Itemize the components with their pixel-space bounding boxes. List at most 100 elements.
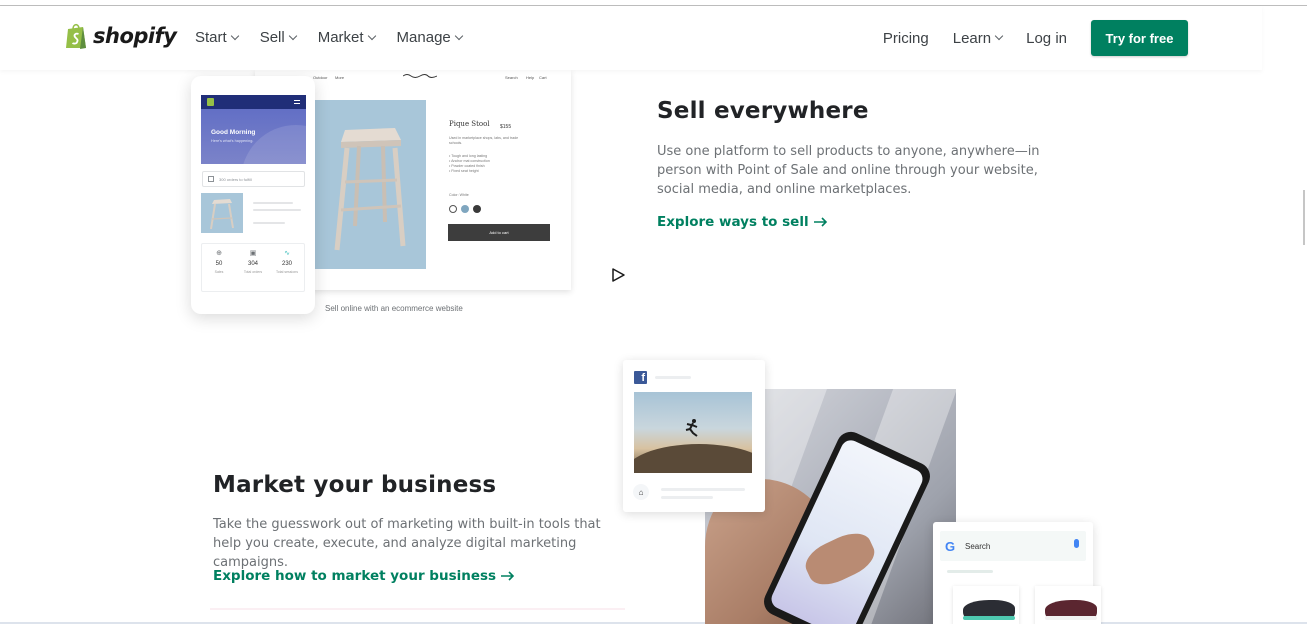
nav-item-label: Start	[195, 29, 227, 46]
color-swatch-blue[interactable]	[461, 205, 469, 213]
stat-label: Total orders	[243, 270, 263, 274]
nav-item-sell[interactable]: Sell	[259, 29, 297, 46]
sales-icon: ⊕	[216, 250, 222, 257]
nav-item-label: Market	[317, 29, 364, 46]
facebook-icon: f	[634, 371, 647, 384]
market-your-business-body: Take the guesswork out of marketing with…	[213, 517, 601, 570]
shopify-bag-icon	[65, 22, 89, 50]
color-swatch-white[interactable]	[449, 205, 457, 213]
divider	[210, 608, 625, 610]
arrow-right-icon	[501, 571, 515, 581]
product-shoe-card	[953, 586, 1019, 624]
google-icon: G	[945, 539, 956, 554]
nav-link-learn[interactable]: Learn	[952, 29, 1004, 47]
arrow-right-icon	[813, 217, 827, 227]
nav-item-label: Sell	[259, 29, 285, 46]
shopping-bag-icon: ⌂	[633, 484, 649, 500]
orders-text: 300 orders to fulfill	[219, 177, 252, 182]
shopify-logo[interactable]: shopify	[65, 22, 177, 50]
add-to-cart-button[interactable]: Add to cart	[448, 224, 550, 241]
placeholder-line	[253, 222, 285, 224]
sneaker-sole	[1045, 616, 1097, 620]
google-search-card: G Search	[933, 522, 1101, 624]
placeholder-line	[947, 570, 993, 573]
sneaker-image	[963, 600, 1015, 620]
nav-item-manage[interactable]: Manage	[396, 29, 464, 46]
nav-right: Pricing Learn Log in Try for free	[883, 20, 1188, 56]
product-bullet-text: Powder coated finish	[451, 164, 485, 168]
sell-everywhere-heading: Sell everywhere	[657, 98, 869, 124]
shopify-bag-icon	[207, 98, 214, 106]
scrollbar-track[interactable]	[1300, 6, 1307, 624]
login-link[interactable]: Log in	[1026, 30, 1067, 47]
phone-header: Good Morning Here's what's happening.	[201, 95, 306, 164]
nav-menu: Start Sell Market Manage	[195, 29, 464, 46]
microphone-icon	[1074, 539, 1079, 548]
logo-text: shopify	[93, 24, 177, 48]
stat-value: 50	[215, 261, 223, 267]
scrollbar-thumb[interactable]	[1303, 190, 1305, 245]
sell-everywhere-body: Use one platform to sell products to any…	[657, 144, 1040, 197]
search-text: Search	[965, 542, 991, 551]
runner-figure	[685, 419, 698, 437]
product-bullet-text: Tough and long lasting	[451, 154, 488, 158]
social-post-card: f ⌂	[623, 360, 765, 512]
mockup-nav-item: Search	[505, 75, 518, 80]
product-title: Pique Stool	[449, 120, 490, 128]
stat-sales: ⊕ 50 Sales	[202, 244, 236, 291]
chevron-down-icon	[994, 31, 1004, 41]
placeholder-line	[253, 202, 293, 204]
website-caption: Sell online with an ecommerce website	[325, 304, 463, 313]
product-bullet: • Fixed seat height	[449, 169, 479, 173]
placeholder-line	[655, 376, 691, 379]
mockup-nav-item: Outdoor	[313, 75, 328, 80]
explore-ways-to-sell-link[interactable]: Explore ways to sell	[657, 214, 828, 230]
google-search-bar: G Search	[940, 531, 1086, 561]
chevron-down-icon	[230, 31, 239, 40]
order-icon	[208, 176, 214, 182]
stat-value: 304	[247, 261, 258, 267]
explore-marketing-link[interactable]: Explore how to market your business	[213, 568, 515, 584]
stat-label: Total sessions	[276, 270, 298, 274]
social-post-photo	[634, 392, 752, 473]
product-price: $155	[500, 124, 512, 130]
try-for-free-button[interactable]: Try for free	[1091, 20, 1188, 56]
color-label: Color: White	[449, 193, 469, 197]
mockup-nav-item: Help	[526, 75, 535, 80]
product-bullet-text: Anchor mat construction	[451, 159, 490, 163]
chevron-down-icon	[367, 31, 376, 40]
product-description: Used in marketplace shops, labs, and tra…	[449, 136, 519, 145]
product-bullet-text: Fixed seat height	[451, 169, 479, 173]
chevron-down-icon	[454, 31, 464, 40]
stat-value: 230	[281, 261, 292, 267]
nav-link-pricing[interactable]: Pricing	[883, 30, 929, 47]
color-swatch-black[interactable]	[473, 205, 481, 213]
greeting: Good Morning	[211, 129, 256, 136]
stool-product-image	[315, 100, 426, 269]
nav-link-label: Learn	[952, 29, 992, 47]
greeting-subtext: Here's what's happening.	[211, 139, 254, 143]
nav-item-market[interactable]: Market	[317, 29, 376, 46]
nav-item-start[interactable]: Start	[195, 29, 239, 46]
stat-label: Sales	[214, 270, 224, 274]
product-bullets: • Tough and long lasting • Anchor mat co…	[449, 154, 519, 174]
mockup-nav-item: Cart	[539, 75, 547, 80]
orders-icon: ▣	[249, 250, 257, 257]
market-your-business-heading: Market your business	[213, 472, 497, 498]
mockup-logo-wave-icon	[403, 74, 437, 78]
orders-field: 300 orders to fulfill	[202, 171, 305, 187]
play-icon[interactable]	[610, 267, 626, 283]
chevron-down-icon	[288, 31, 297, 40]
link-label: Explore how to market your business	[213, 568, 497, 584]
hill-shape	[634, 444, 752, 473]
sneaker-image	[1045, 600, 1097, 620]
product-shoe-card	[1035, 586, 1101, 624]
phone-topbar	[201, 95, 306, 109]
sneaker-sole	[963, 616, 1015, 620]
trend-icon: ∿	[284, 250, 290, 257]
admin-phone-mockup: Good Morning Here's what's happening. 30…	[191, 76, 315, 314]
nav-item-label: Manage	[396, 29, 451, 46]
placeholder-line	[253, 209, 301, 211]
stats-panel: ⊕ 50 Sales ▣ 304 Total orders ∿ 230 Tota…	[201, 243, 305, 292]
link-label: Explore ways to sell	[657, 214, 809, 230]
